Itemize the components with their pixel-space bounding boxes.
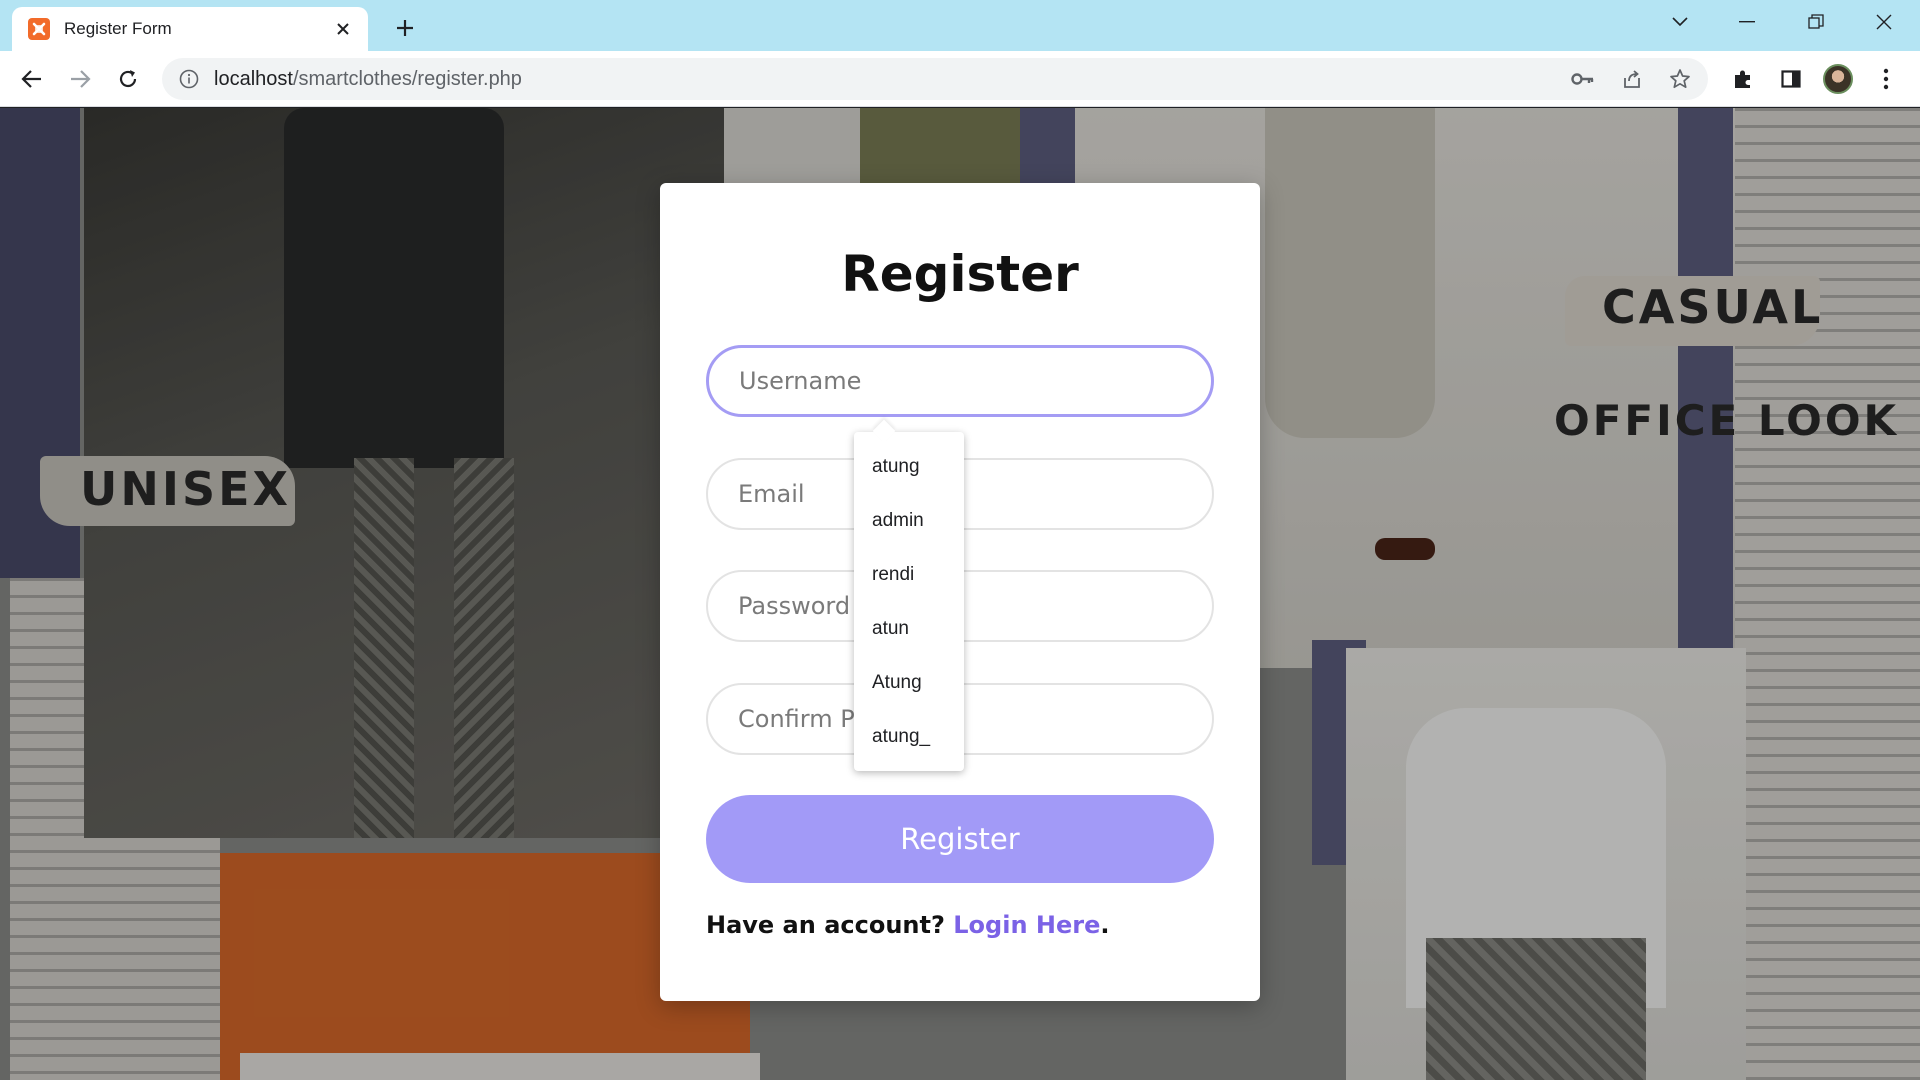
login-link[interactable]: Login Here: [953, 911, 1100, 939]
back-arrow-icon[interactable]: [16, 63, 48, 95]
reload-icon[interactable]: [112, 63, 144, 95]
tab-strip: Register Form: [0, 0, 1920, 51]
autocomplete-item[interactable]: admin: [854, 494, 964, 548]
close-window-icon[interactable]: [1862, 6, 1906, 38]
tab-title: Register Form: [64, 19, 172, 38]
autocomplete-item[interactable]: atung_: [854, 710, 964, 764]
url-text: localhost/smartclothes/register.php: [214, 68, 522, 91]
bookmark-star-icon[interactable]: [1664, 63, 1696, 95]
profile-avatar[interactable]: [1822, 63, 1854, 95]
username-input[interactable]: [706, 345, 1214, 417]
side-panel-icon[interactable]: [1775, 63, 1807, 95]
close-tab-icon[interactable]: [332, 18, 354, 40]
restore-icon[interactable]: [1794, 6, 1838, 38]
extensions-puzzle-icon[interactable]: [1727, 63, 1759, 95]
site-info-icon[interactable]: [178, 68, 200, 90]
avatar: [1823, 64, 1853, 94]
new-tab-icon[interactable]: [390, 13, 420, 43]
forward-arrow-icon[interactable]: [64, 63, 96, 95]
url-host: localhost: [214, 67, 293, 90]
tab-search-chevron-icon[interactable]: [1658, 6, 1702, 38]
register-button[interactable]: Register: [706, 795, 1214, 883]
browser-tab[interactable]: Register Form: [12, 7, 368, 51]
autocomplete-dropdown: atung admin rendi atun Atung atung_: [854, 432, 964, 771]
autocomplete-item[interactable]: atun: [854, 602, 964, 656]
url-path: /smartclothes/register.php: [292, 67, 522, 90]
register-title: Register: [841, 245, 1079, 303]
autocomplete-item[interactable]: atung: [854, 440, 964, 494]
address-bar[interactable]: localhost/smartclothes/register.php: [162, 58, 1708, 100]
minimize-icon[interactable]: [1725, 6, 1769, 38]
account-prompt: Have an account?: [706, 911, 954, 939]
browser-toolbar: localhost/smartclothes/register.php: [0, 51, 1920, 107]
xampp-favicon-icon: [28, 18, 50, 40]
share-icon[interactable]: [1616, 63, 1648, 95]
account-line: Have an account? Login Here.: [706, 911, 1110, 939]
autocomplete-item[interactable]: rendi: [854, 548, 964, 602]
account-suffix: .: [1100, 911, 1110, 939]
password-key-icon[interactable]: [1567, 63, 1599, 95]
browser-menu-icon[interactable]: [1870, 63, 1902, 95]
autocomplete-item[interactable]: Atung: [854, 656, 964, 710]
